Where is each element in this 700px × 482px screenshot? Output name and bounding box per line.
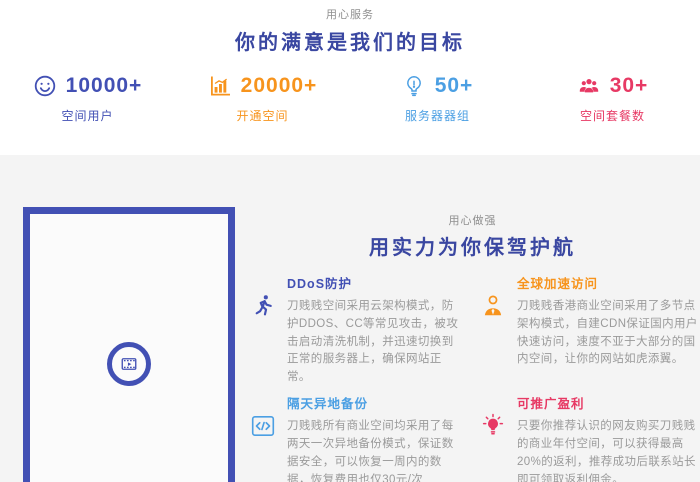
service-eyebrow: 用心服务 — [0, 0, 700, 22]
strength-section: 用心做强 用实力为你保驾护航 DDoS防护 刀贱贱空间采用云架构模式 — [0, 155, 700, 482]
stat-value: 10000+ — [66, 74, 143, 98]
strength-header: 用心做强 用实力为你保驾护航 — [250, 212, 695, 260]
stat-label: 开通空间 — [175, 107, 350, 124]
feature-title: DDoS防护 — [287, 273, 465, 292]
film-play-icon — [120, 355, 138, 373]
feature-body: 刀贱贱空间采用云架构模式，防护DDOS、CC等常见攻击，被攻击启动清洗机制，并迅… — [287, 298, 465, 387]
video-play-button[interactable] — [107, 342, 151, 386]
runner-icon — [250, 273, 278, 319]
stat-server-groups: 50+ 服务器器组 — [350, 74, 525, 124]
businessman-icon — [480, 273, 508, 319]
stat-value: 50+ — [435, 74, 474, 98]
feature-body: 刀贱贱香港商业空间采用了多节点架构模式，自建CDN保证国内用户快速访问，速度不亚… — [517, 298, 698, 369]
feature-ddos: DDoS防护 刀贱贱空间采用云架构模式，防护DDOS、CC等常见攻击，被攻击启动… — [250, 273, 465, 387]
service-section: 用心服务 你的满意是我们的目标 10000+ 空间用户 — [0, 0, 700, 155]
smiley-icon — [33, 74, 57, 98]
lightbulb-icon — [402, 74, 426, 98]
bar-chart-icon — [208, 74, 232, 98]
stat-packages: 30+ 空间套餐数 — [525, 74, 700, 124]
stat-label: 空间套餐数 — [525, 107, 700, 124]
feature-global-access: 全球加速访问 刀贱贱香港商业空间采用了多节点架构模式，自建CDN保证国内用户快速… — [480, 273, 698, 387]
stat-value: 20000+ — [241, 74, 318, 98]
features-grid: DDoS防护 刀贱贱空间采用云架构模式，防护DDOS、CC等常见攻击，被攻击启动… — [250, 273, 698, 482]
stat-label: 服务器器组 — [350, 107, 525, 124]
feature-body: 只要你推荐认识的网友购买刀贱贱的商业年付空间，可以获得最高20%的返利，推荐成功… — [517, 418, 698, 482]
bulb-rays-icon — [480, 393, 508, 439]
stat-space-users: 10000+ 空间用户 — [0, 74, 175, 124]
code-icon — [250, 393, 278, 439]
feature-body: 刀贱贱所有商业空间均采用了每两天一次异地备份模式，保证数据安全，可以恢复一周内的… — [287, 418, 465, 482]
users-icon — [577, 74, 601, 98]
service-heading: 你的满意是我们的目标 — [0, 26, 700, 55]
strength-eyebrow: 用心做强 — [250, 212, 695, 228]
stat-label: 空间用户 — [0, 107, 175, 124]
stat-value: 30+ — [610, 74, 649, 98]
stats-row: 10000+ 空间用户 20000+ — [0, 74, 700, 124]
feature-title: 可推广盈利 — [517, 393, 698, 412]
feature-backup: 隔天异地备份 刀贱贱所有商业空间均采用了每两天一次异地备份模式，保证数据安全，可… — [250, 393, 465, 482]
stat-opened-spaces: 20000+ 开通空间 — [175, 74, 350, 124]
feature-referral: 可推广盈利 只要你推荐认识的网友购买刀贱贱的商业年付空间，可以获得最高20%的返… — [480, 393, 698, 482]
video-frame — [23, 207, 235, 482]
feature-title: 全球加速访问 — [517, 273, 698, 292]
page: 用心服务 你的满意是我们的目标 10000+ 空间用户 — [0, 0, 700, 482]
feature-title: 隔天异地备份 — [287, 393, 465, 412]
strength-heading: 用实力为你保驾护航 — [250, 231, 695, 260]
